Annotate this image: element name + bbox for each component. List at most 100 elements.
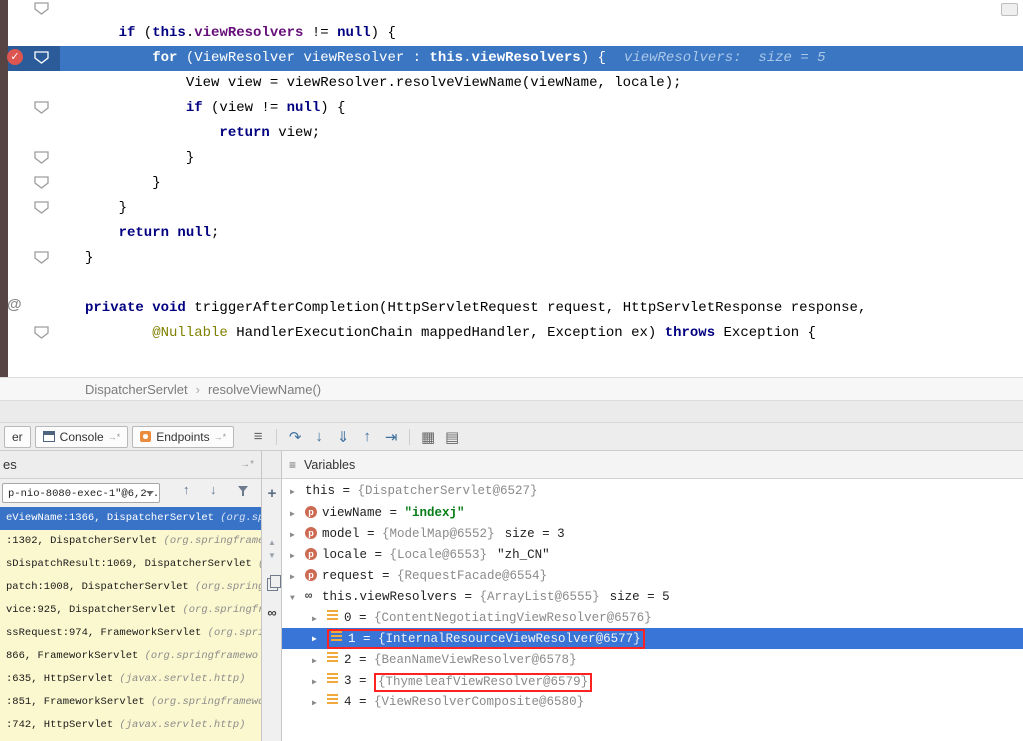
- debug-tabs-row: er Console →* Endpoints →* ≡ ↷↓⇓↑⇥ ▦▤: [0, 423, 1023, 451]
- frame-up-icon[interactable]: ↑: [183, 482, 190, 497]
- frame-row[interactable]: sDispatchResult:1069, DispatcherServlet …: [0, 553, 262, 576]
- chevron-collapsed-icon[interactable]: ▶: [312, 672, 327, 693]
- chevron-collapsed-icon[interactable]: ▶: [312, 693, 327, 714]
- filter-icon[interactable]: [237, 485, 249, 500]
- thread-selector[interactable]: p-nio-8080-exec-1"@6,2...: [2, 483, 160, 503]
- gutter-marker-icon[interactable]: [34, 2, 49, 20]
- evaluate-expression-icon[interactable]: ▦: [416, 428, 440, 446]
- breakpoint-verified-icon[interactable]: ✓: [7, 49, 23, 65]
- variable-row[interactable]: ▶this = {DispatcherServlet@6527}: [282, 481, 1023, 502]
- step-into-icon[interactable]: ↓: [307, 428, 331, 445]
- settings-menu-icon[interactable]: ≡: [246, 428, 270, 445]
- chevron-down-icon[interactable]: [146, 491, 154, 499]
- run-to-cursor-icon[interactable]: ⇥: [379, 428, 403, 446]
- variable-row[interactable]: ▶0 = {ContentNegotiatingViewResolver@657…: [282, 607, 1023, 628]
- chevron-collapsed-icon[interactable]: ▶: [290, 567, 305, 588]
- frame-row[interactable]: :635, HttpServlet (javax.servlet.http): [0, 668, 262, 691]
- variable-extra: size = 5: [610, 590, 670, 604]
- breadcrumb-method[interactable]: resolveViewName(): [208, 382, 321, 397]
- code-line[interactable]: [8, 271, 1023, 296]
- frame-row[interactable]: :851, FrameworkServlet (org.springframew…: [0, 691, 262, 714]
- variable-extra: size = 3: [505, 527, 565, 541]
- code-line[interactable]: if (this.viewResolvers != null) {: [8, 21, 1023, 46]
- code-token: triggerAfterCompletion(HttpServletReques…: [186, 300, 867, 316]
- chevron-collapsed-icon[interactable]: ▶: [290, 482, 305, 503]
- code-line[interactable]: }: [8, 171, 1023, 196]
- chevron-collapsed-icon[interactable]: ▶: [312, 651, 327, 672]
- frame-row[interactable]: eViewName:1366, DispatcherServlet (org.s…: [0, 507, 262, 530]
- variables-menu-icon[interactable]: ≡: [289, 458, 296, 472]
- step-over-icon[interactable]: ↷: [283, 428, 307, 446]
- frames-panel: p-nio-8080-exec-1"@6,2... ↑ ↓ eViewName:…: [0, 479, 262, 741]
- add-watch-icon[interactable]: +: [268, 485, 277, 502]
- variable-row[interactable]: ▶plocale = {Locale@6553}"zh_CN": [282, 544, 1023, 565]
- equals-sign: =: [352, 674, 375, 688]
- editor-inspection-widget[interactable]: [1001, 3, 1018, 16]
- gutter-marker-icon[interactable]: [34, 176, 49, 194]
- equals-sign: =: [335, 484, 358, 498]
- frame-package: (org.spring: [208, 627, 262, 639]
- panel-divider[interactable]: [281, 451, 282, 741]
- frame-location: ssRequest:974, FrameworkServlet: [6, 627, 208, 639]
- gutter-marker-icon[interactable]: [34, 251, 49, 269]
- chevron-expanded-icon[interactable]: ▼: [290, 588, 305, 609]
- variable-row[interactable]: ▶pmodel = {ModelMap@6552}size = 3: [282, 523, 1023, 544]
- code-token: (ViewResolver viewResolver :: [177, 50, 429, 66]
- variable-row[interactable]: ▶3 = {ThymeleafViewResolver@6579}: [282, 670, 1023, 691]
- variable-extra: "zh_CN": [497, 548, 550, 562]
- frame-row[interactable]: vice:925, DispatcherServlet (org.springf…: [0, 599, 262, 622]
- frame-row[interactable]: patch:1008, DispatcherServlet (org.sprin…: [0, 576, 262, 599]
- frame-location: vice:925, DispatcherServlet: [6, 604, 182, 616]
- gutter-marker-icon[interactable]: [34, 326, 49, 344]
- code-line[interactable]: }: [8, 196, 1023, 221]
- code-line[interactable]: }: [8, 146, 1023, 171]
- frame-row[interactable]: alDoFilter:231, ApplicationFilterChain (…: [0, 737, 262, 741]
- frames-header-pin-icon[interactable]: →*: [240, 451, 254, 478]
- frame-row[interactable]: ssRequest:974, FrameworkServlet (org.spr…: [0, 622, 262, 645]
- frame-row[interactable]: :742, HttpServlet (javax.servlet.http): [0, 714, 262, 737]
- gutter-marker-icon[interactable]: [34, 101, 49, 119]
- variable-row[interactable]: ▶4 = {ViewResolverComposite@6580}: [282, 691, 1023, 712]
- chevron-collapsed-icon[interactable]: ▶: [312, 629, 327, 650]
- variable-row[interactable]: ▶prequest = {RequestFacade@6554}: [282, 565, 1023, 586]
- frame-row[interactable]: 866, FrameworkServlet (org.springframewo: [0, 645, 262, 668]
- frame-down-icon[interactable]: ↓: [210, 482, 217, 497]
- chevron-collapsed-icon[interactable]: ▶: [312, 609, 327, 630]
- code-line[interactable]: return view;: [8, 121, 1023, 146]
- equals-sign: =: [457, 590, 480, 604]
- layout-settings-icon[interactable]: ▤: [440, 428, 464, 446]
- gutter-marker-icon[interactable]: [34, 51, 49, 69]
- breadcrumb-class[interactable]: DispatcherServlet: [85, 382, 188, 397]
- code-token: ) {: [581, 50, 606, 66]
- variable-value: {Locale@6553}: [390, 548, 488, 562]
- variable-row[interactable]: ▶pviewName = "indexj": [282, 502, 1023, 523]
- variable-row[interactable]: ▼∞this.viewResolvers = {ArrayList@6555}s…: [282, 586, 1023, 607]
- scroll-up-icon[interactable]: ▲: [268, 538, 276, 547]
- gutter-marker-icon[interactable]: [34, 151, 49, 169]
- chevron-collapsed-icon[interactable]: ▶: [290, 525, 305, 546]
- gutter-marker-icon[interactable]: [34, 201, 49, 219]
- panel-divider[interactable]: [261, 451, 262, 741]
- code-line[interactable]: if (view != null) {: [8, 96, 1023, 121]
- frame-row[interactable]: :1302, DispatcherServlet (org.springfram…: [0, 530, 262, 553]
- tab-endpoints[interactable]: Endpoints →*: [132, 426, 234, 448]
- chevron-collapsed-icon[interactable]: ▶: [290, 546, 305, 567]
- tab-console[interactable]: Console →*: [35, 426, 129, 448]
- chevron-collapsed-icon[interactable]: ▶: [290, 504, 305, 525]
- code-token: }: [85, 250, 93, 266]
- code-line[interactable]: @Nullable HandlerExecutionChain mappedHa…: [8, 321, 1023, 346]
- scroll-down-icon[interactable]: ▼: [268, 551, 276, 560]
- array-element-icon: [331, 631, 348, 646]
- tab-debugger[interactable]: er: [4, 426, 31, 448]
- watches-icon[interactable]: ∞: [267, 605, 276, 620]
- code-line[interactable]: private void triggerAfterCompletion(Http…: [8, 296, 1023, 321]
- variable-row[interactable]: ▶2 = {BeanNameViewResolver@6578}: [282, 649, 1023, 670]
- copy-icon[interactable]: [267, 578, 278, 591]
- code-line[interactable]: }: [8, 246, 1023, 271]
- variable-row[interactable]: ▶1 = {InternalResourceViewResolver@6577}: [282, 628, 1023, 649]
- code-line[interactable]: View view = viewResolver.resolveViewName…: [8, 71, 1023, 96]
- code-line[interactable]: for (ViewResolver viewResolver : this.vi…: [8, 46, 1023, 71]
- force-step-into-icon[interactable]: ⇓: [331, 428, 355, 446]
- code-line[interactable]: return null;: [8, 221, 1023, 246]
- step-out-icon[interactable]: ↑: [355, 428, 379, 445]
